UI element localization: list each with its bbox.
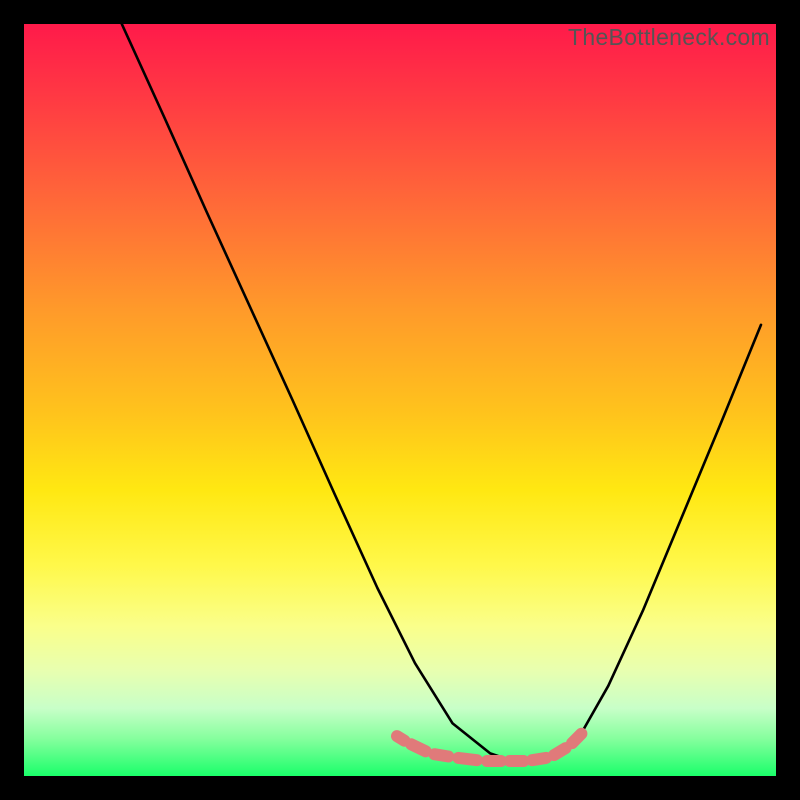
curve-layer	[24, 24, 776, 776]
bottleneck-curve	[122, 24, 761, 761]
chart-frame: TheBottleneck.com	[0, 0, 800, 800]
highlight-segments	[397, 734, 581, 761]
plot-area: TheBottleneck.com	[24, 24, 776, 776]
